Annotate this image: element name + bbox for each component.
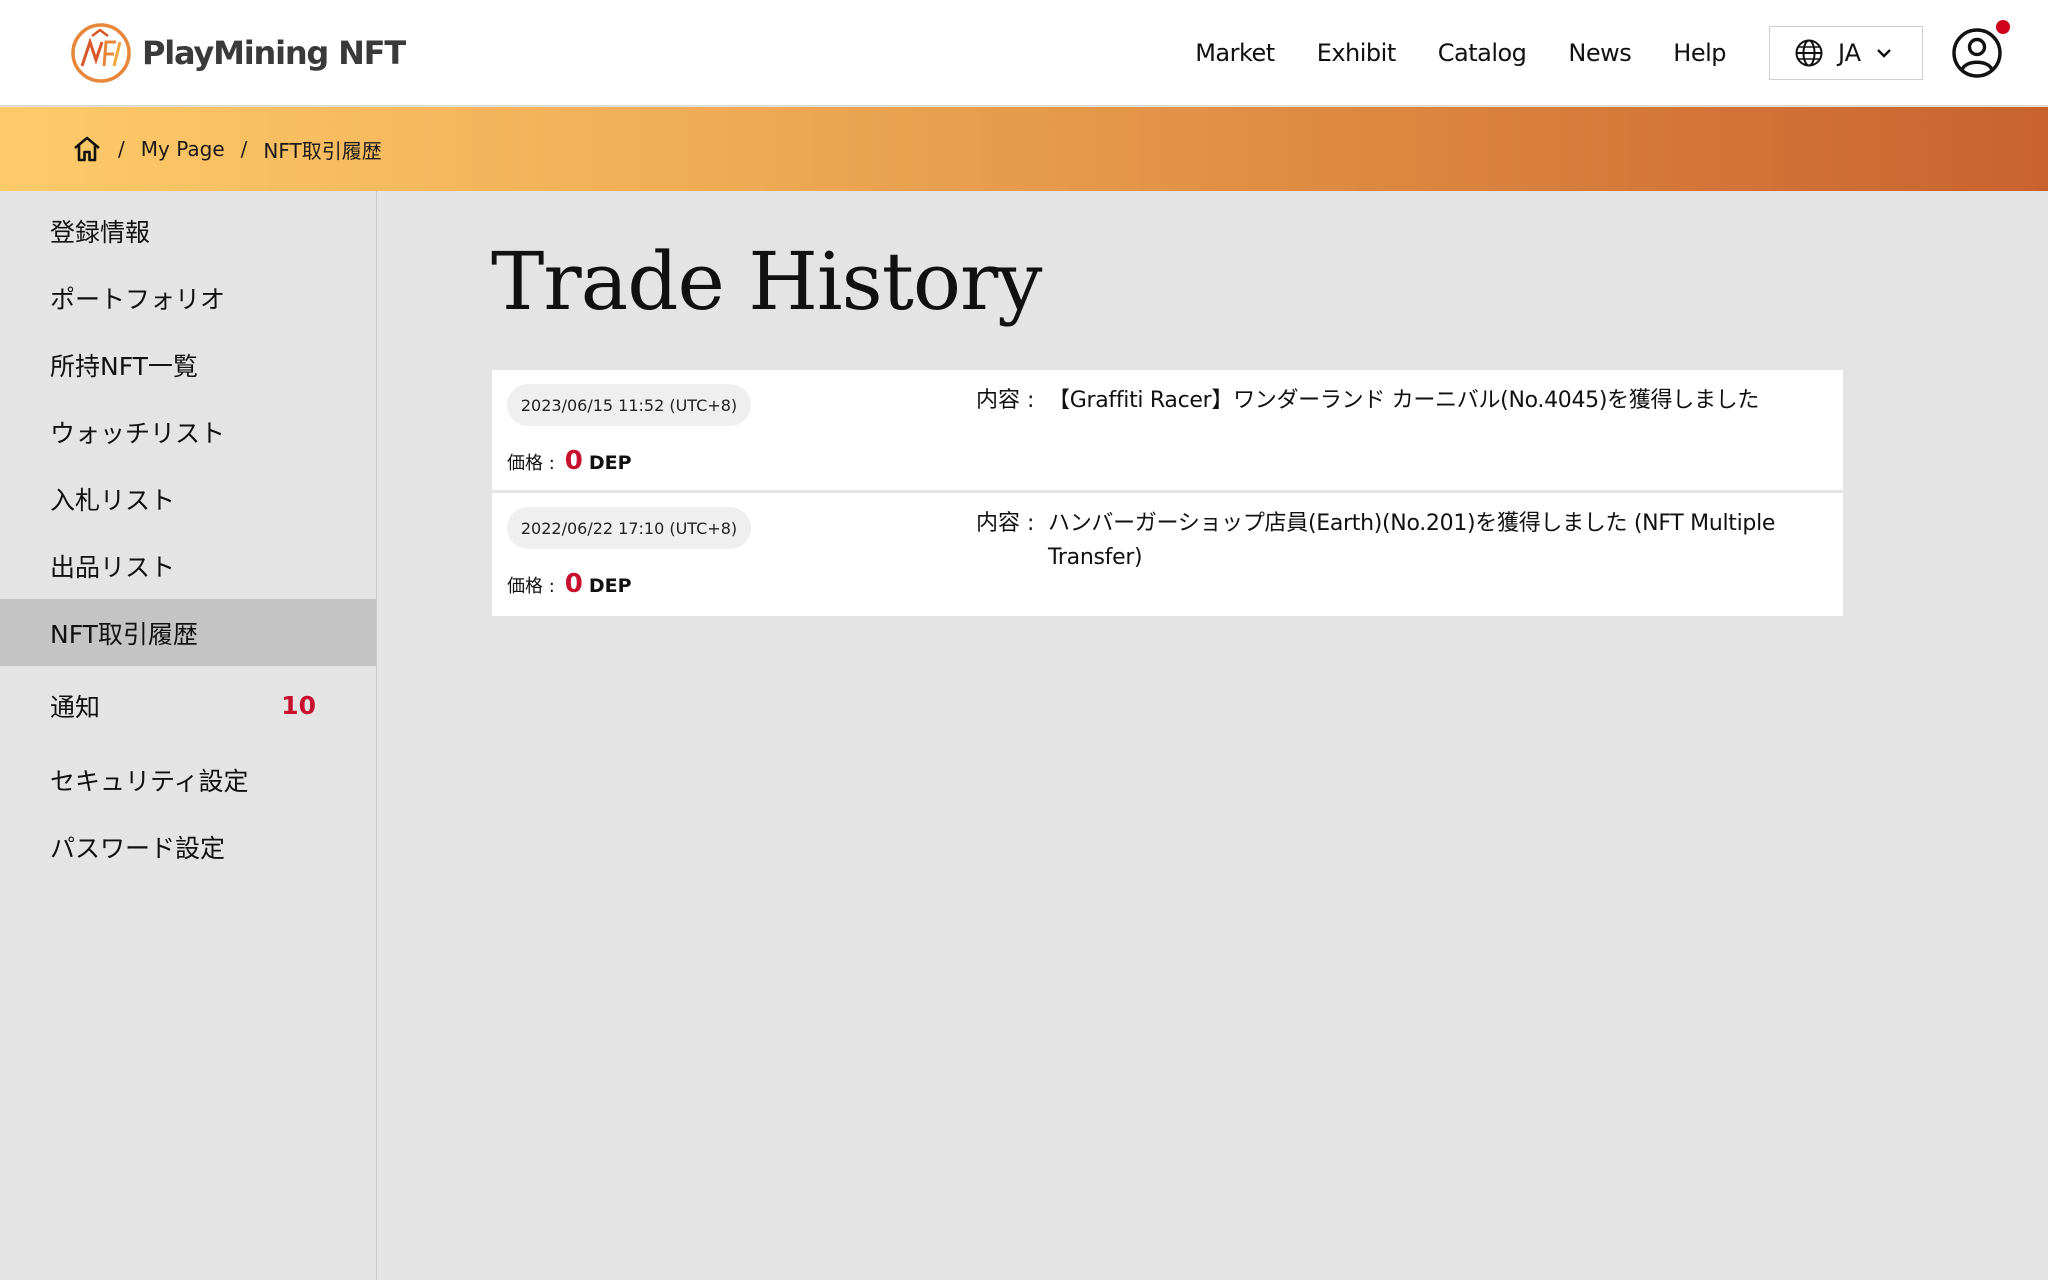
price-value: 0 bbox=[564, 446, 583, 476]
price-unit: DEP bbox=[588, 575, 632, 597]
sidebar-item-trade-history[interactable]: NFT取引履歴 bbox=[0, 599, 376, 666]
sidebar-item-password-settings[interactable]: パスワード設定 bbox=[0, 813, 376, 880]
trade-row: 2022/06/22 17:10 (UTC+8) 価格 : 0 DEP 内容 :… bbox=[492, 493, 1843, 616]
nav-help[interactable]: Help bbox=[1673, 39, 1726, 67]
trade-content: 内容 : ハンバーガーショップ店員(Earth)(No.201)を獲得しました … bbox=[976, 507, 1796, 575]
top-header: PlayMining NFT Market Exhibit Catalog Ne… bbox=[0, 0, 2048, 106]
sidebar-item-label: ポートフォリオ bbox=[50, 284, 226, 314]
breadcrumb-my-page[interactable]: My Page bbox=[141, 137, 225, 161]
content-text: ハンバーガーショップ店員(Earth)(No.201)を獲得しました (NFT … bbox=[1048, 511, 1776, 570]
content-label: 内容 : bbox=[976, 388, 1035, 413]
price-label: 価格 : bbox=[507, 576, 555, 597]
nav-catalog[interactable]: Catalog bbox=[1438, 39, 1527, 67]
content-text: 【Graffiti Racer】ワンダーランド カーニバル(No.4045)を獲… bbox=[1048, 388, 1760, 413]
globe-icon bbox=[1795, 39, 1823, 67]
sidebar-item-listing-list[interactable]: 出品リスト bbox=[0, 532, 376, 599]
nav-exhibit[interactable]: Exhibit bbox=[1317, 39, 1397, 67]
language-select[interactable]: JA bbox=[1769, 26, 1923, 80]
trade-row: 2023/06/15 11:52 (UTC+8) 価格 : 0 DEP 内容 :… bbox=[492, 370, 1843, 493]
logo[interactable]: PlayMining NFT bbox=[70, 22, 406, 84]
sidebar-item-label: 入札リスト bbox=[50, 485, 176, 515]
sidebar-item-owned-nfts[interactable]: 所持NFT一覧 bbox=[0, 331, 376, 398]
trade-price: 価格 : 0 DEP bbox=[507, 446, 632, 476]
sidebar-item-bid-list[interactable]: 入札リスト bbox=[0, 465, 376, 532]
sidebar-item-label: 登録情報 bbox=[50, 217, 151, 247]
nav-news[interactable]: News bbox=[1568, 39, 1631, 67]
nav-market[interactable]: Market bbox=[1195, 39, 1275, 67]
content-label: 内容 : bbox=[976, 511, 1035, 536]
breadcrumb: / My Page / NFT取引履歴 bbox=[0, 107, 2048, 191]
logo-text: PlayMining NFT bbox=[142, 34, 406, 72]
trade-date-badge: 2023/06/15 11:52 (UTC+8) bbox=[507, 384, 751, 426]
sidebar-item-registration[interactable]: 登録情報 bbox=[0, 197, 376, 264]
page-title: Trade History bbox=[491, 235, 1042, 328]
sidebar-item-label: 通知 bbox=[50, 692, 101, 722]
sidebar: 登録情報 ポートフォリオ 所持NFT一覧 ウォッチリスト 入札リスト 出品リスト… bbox=[0, 191, 377, 1280]
price-unit: DEP bbox=[588, 452, 632, 474]
price-value: 0 bbox=[564, 569, 583, 599]
trade-price: 価格 : 0 DEP bbox=[507, 569, 632, 599]
sidebar-item-notifications[interactable]: 通知 10 bbox=[0, 672, 376, 739]
notification-count-badge: 10 bbox=[281, 691, 316, 720]
sidebar-item-watchlist[interactable]: ウォッチリスト bbox=[0, 398, 376, 465]
breadcrumb-separator: / bbox=[118, 137, 125, 161]
sidebar-item-label: パスワード設定 bbox=[50, 833, 226, 863]
sidebar-item-label: 出品リスト bbox=[50, 552, 176, 582]
chevron-down-icon bbox=[1877, 49, 1891, 58]
sidebar-item-label: 所持NFT一覧 bbox=[50, 351, 198, 381]
price-label: 価格 : bbox=[507, 453, 555, 474]
trade-content: 内容 : 【Graffiti Racer】ワンダーランド カーニバル(No.40… bbox=[976, 384, 1796, 418]
home-icon[interactable] bbox=[72, 134, 102, 164]
sidebar-item-label: ウォッチリスト bbox=[50, 418, 226, 448]
logo-mark-icon bbox=[71, 23, 131, 83]
notification-dot bbox=[1996, 20, 2010, 34]
sidebar-item-label: NFT取引履歴 bbox=[50, 619, 198, 649]
sidebar-item-portfolio[interactable]: ポートフォリオ bbox=[0, 264, 376, 331]
sidebar-item-label: セキュリティ設定 bbox=[50, 766, 249, 796]
trade-date-badge: 2022/06/22 17:10 (UTC+8) bbox=[507, 507, 751, 549]
language-label: JA bbox=[1838, 39, 1862, 67]
sidebar-item-security-settings[interactable]: セキュリティ設定 bbox=[0, 746, 376, 813]
user-account-icon[interactable] bbox=[1950, 26, 2004, 80]
trade-history-list: 2023/06/15 11:52 (UTC+8) 価格 : 0 DEP 内容 :… bbox=[492, 370, 1843, 616]
breadcrumb-current: NFT取引履歴 bbox=[263, 138, 382, 163]
breadcrumb-separator: / bbox=[240, 137, 248, 161]
main-nav: Market Exhibit Catalog News Help bbox=[1195, 0, 1726, 106]
